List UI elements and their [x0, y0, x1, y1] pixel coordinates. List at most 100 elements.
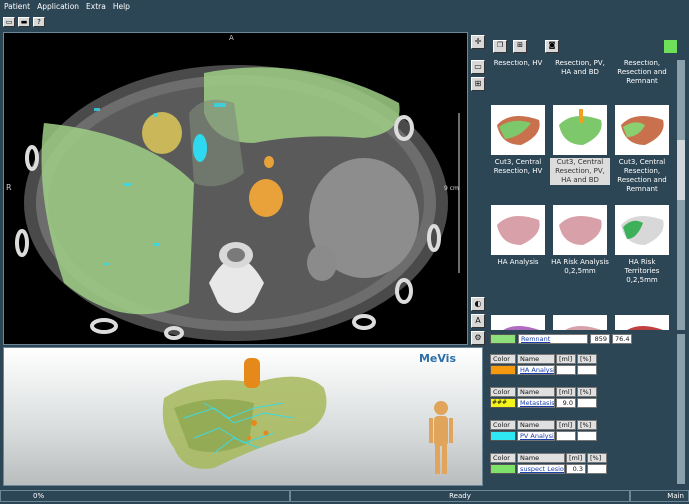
progress-field: 0% [0, 490, 290, 502]
color-icon[interactable]: ◐ [471, 297, 485, 311]
color-header: Color [490, 354, 516, 364]
text-icon[interactable]: A [471, 314, 485, 328]
structure-name[interactable]: PV Analysis [517, 431, 555, 441]
structure-table: Color Name [ml] [%] PV Analysis [490, 420, 597, 441]
name-header: Name [517, 453, 565, 463]
structure-color-swatch[interactable] [490, 365, 516, 375]
color-header: Color [490, 420, 516, 430]
structure-table: Color Name [ml] [%] HA Analysis [490, 354, 597, 375]
ml-header: [ml] [556, 420, 576, 430]
scrollbar-thumb[interactable] [677, 140, 685, 200]
gallery-item[interactable]: Cut3, Central Resection, PV, HA and BD [550, 105, 610, 185]
liver-thumbnail [491, 315, 545, 330]
liver-thumbnail [553, 315, 607, 330]
pct-header: [%] [577, 420, 597, 430]
orientation-top-label: A [229, 34, 234, 42]
gallery-item[interactable] [612, 315, 672, 330]
structure-name[interactable]: HA Analysis [517, 365, 555, 375]
gallery-item[interactable]: HA Analysis [488, 205, 548, 267]
structure-pct [577, 431, 597, 441]
status-bar: 0% Ready Main [0, 488, 689, 504]
remnant-color-swatch[interactable] [490, 334, 516, 344]
gallery-item[interactable]: Cut3, Central Resection, PV, HA and BD [550, 60, 610, 77]
3d-liver-view[interactable]: MeVis [3, 347, 483, 486]
gallery-item[interactable]: Cut3, Central Resection, HV [488, 60, 548, 68]
structure-name[interactable]: Metastasis [517, 398, 555, 408]
gallery-item[interactable]: Cut3, Central Resection, HV [488, 105, 548, 176]
gallery-copy-icon[interactable]: ❐ [493, 39, 507, 53]
structure-table: Color Name [ml] [%] suspect Lesion 0.3 [490, 453, 607, 474]
ml-header: [ml] [556, 354, 576, 364]
menu-application[interactable]: Application [37, 2, 79, 11]
menu-patient[interactable]: Patient [4, 2, 30, 11]
liver-thumbnail [553, 105, 607, 155]
mevis-logo: MeVis [418, 352, 456, 365]
name-header: Name [517, 420, 555, 430]
structure-pct [577, 365, 597, 375]
gallery-grid-icon[interactable]: ⊞ [513, 39, 527, 53]
save-icon[interactable]: ▬ [18, 16, 30, 27]
structure-pct [587, 464, 607, 474]
3d-liver-render [162, 358, 453, 474]
structure-ml [556, 365, 576, 375]
pct-header: [%] [587, 453, 607, 463]
folder-icon[interactable]: ▭ [3, 16, 15, 27]
liver-thumbnail [615, 315, 669, 330]
ct-image [4, 33, 467, 344]
color-header: Color [490, 453, 516, 463]
ml-header: [ml] [566, 453, 586, 463]
name-header: Name [517, 354, 555, 364]
volumetry-panel: Remnant 859 76.4 Color Name [ml] [%] HA … [488, 332, 687, 487]
liver-thumbnail [553, 205, 607, 255]
ml-header: [ml] [556, 387, 576, 397]
status-field: Ready [290, 490, 630, 502]
structure-color-swatch[interactable] [490, 431, 516, 441]
structure-ml: 0.3 [566, 464, 586, 474]
orientation-left-label: R [6, 183, 12, 192]
gallery-camera-icon[interactable]: ◙ [545, 39, 559, 53]
liver-thumbnail [491, 205, 545, 255]
status-indicator [664, 39, 677, 53]
structure-pct [577, 398, 597, 408]
name-header: Name [517, 387, 555, 397]
gallery-item[interactable]: HA Risk Analysis 0,2,5mm [550, 205, 610, 276]
structure-name[interactable]: suspect Lesion [517, 464, 565, 474]
gallery-scrollbar[interactable] [677, 60, 685, 330]
gallery-grid: Cut3, Central Resection, HV Cut3, Centra… [488, 60, 677, 330]
structure-ml [556, 431, 576, 441]
gallery-toolbar: ❐ ⊞ ◙ [488, 32, 687, 60]
mode-field: Main [630, 490, 689, 502]
layout-single-icon[interactable]: ▭ [471, 60, 485, 74]
remnant-name[interactable]: Remnant [518, 334, 588, 344]
structure-color-swatch[interactable] [490, 464, 516, 474]
liver-thumbnail [615, 105, 669, 155]
gallery-item[interactable]: HA Risk Territories 0,2,5mm [612, 205, 672, 285]
toolbar: ▭ ▬ ? [0, 13, 689, 30]
gallery-item[interactable] [550, 315, 610, 330]
remnant-row: Remnant 859 76.4 [490, 334, 632, 344]
gallery-item[interactable]: Cut3, Central Resection, Resection and R… [612, 105, 672, 194]
menu-extra[interactable]: Extra [86, 2, 106, 11]
screenshot-gallery: ❐ ⊞ ◙ Cut3, Central Resection, HV Cut3, … [488, 32, 687, 332]
structure-ml: 9.0 [556, 398, 576, 408]
structure-color-swatch[interactable]: ### [490, 398, 516, 408]
pct-header: [%] [577, 387, 597, 397]
ct-slice-view[interactable]: R A 9 cm [3, 32, 468, 345]
crosshair-icon[interactable]: ✛ [471, 35, 485, 49]
remnant-ml: 859 [590, 334, 610, 344]
help-icon[interactable]: ? [33, 16, 45, 27]
gallery-item[interactable] [488, 315, 548, 330]
remnant-pct: 76.4 [612, 334, 632, 344]
scale-label: 9 cm [444, 185, 459, 192]
menu-bar: Patient Application Extra Help [0, 0, 689, 13]
settings-icon[interactable]: ⚙ [471, 331, 485, 345]
view-tool-strip: ✛ ▭ ⊞ ◐ A ⚙ [468, 32, 488, 345]
structure-table: Color Name [ml] [%] ### Metastasis 9.0 [490, 387, 597, 408]
menu-help[interactable]: Help [113, 2, 130, 11]
panel-scrollbar[interactable] [677, 334, 685, 484]
liver-thumbnail [491, 105, 545, 155]
liver-thumbnail [615, 205, 669, 255]
layout-grid-icon[interactable]: ⊞ [471, 77, 485, 91]
gallery-item[interactable]: Cut3, Central Resection, Resection and R… [612, 60, 672, 86]
pct-header: [%] [577, 354, 597, 364]
